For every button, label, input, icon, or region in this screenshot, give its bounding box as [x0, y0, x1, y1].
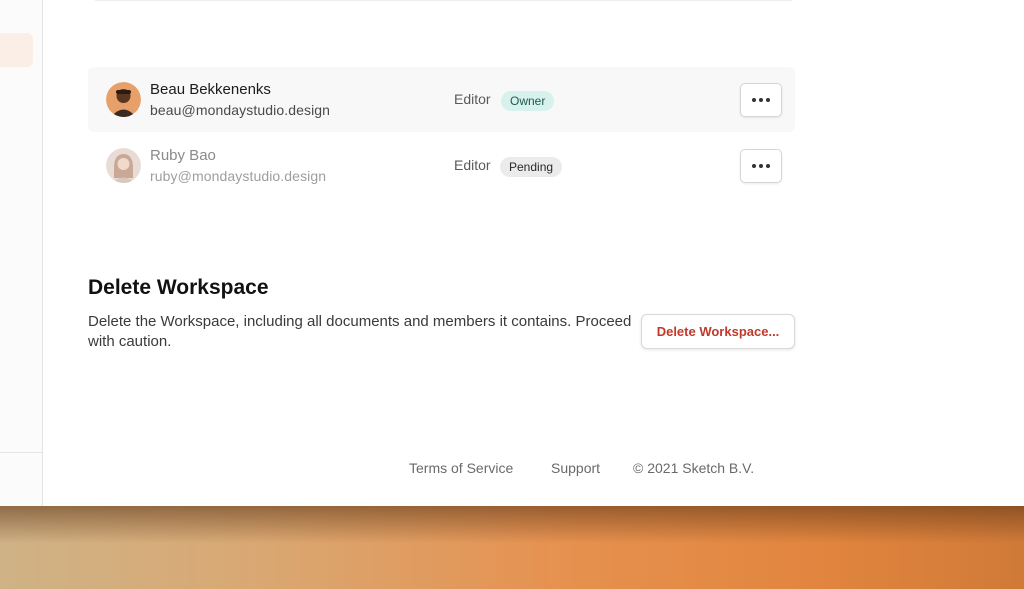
footer-copyright: © 2021 Sketch B.V.: [633, 460, 755, 476]
member-email: beau@mondaystudio.design: [150, 102, 331, 118]
desktop-wallpaper: [0, 506, 1024, 589]
user-photo-icon: [106, 148, 141, 183]
section-title: Delete Workspace: [88, 276, 269, 299]
member-email: ruby@mondaystudio.design: [150, 168, 327, 184]
section-description: Delete the Workspace, including all docu…: [88, 313, 632, 350]
more-horizontal-icon: [752, 98, 770, 102]
user-photo-icon: [106, 82, 141, 117]
sidebar: [0, 0, 43, 506]
member-role: Editor: [454, 157, 491, 173]
sidebar-divider: [0, 452, 42, 453]
footer-link-support[interactable]: Support: [551, 460, 600, 476]
member-name: Ruby Bao: [150, 147, 216, 164]
avatar: [106, 148, 141, 183]
status-badge: Owner: [501, 91, 555, 111]
member-row[interactable]: Beau Bekkenenks beau@mondaystudio.design…: [88, 67, 795, 132]
more-options-button[interactable]: [740, 149, 782, 183]
more-horizontal-icon: [752, 164, 770, 168]
footer-link-terms[interactable]: Terms of Service: [409, 460, 513, 476]
app-window: Beau Bekkenenks beau@mondaystudio.design…: [0, 0, 1024, 506]
member-row[interactable]: Ruby Bao ruby@mondaystudio.design Editor…: [88, 133, 795, 198]
section-divider: [95, 0, 792, 1]
sidebar-item-active[interactable]: [0, 33, 33, 67]
status-badge: Pending: [500, 157, 563, 177]
more-options-button[interactable]: [740, 83, 782, 117]
delete-workspace-button[interactable]: Delete Workspace...: [641, 314, 795, 349]
member-name: Beau Bekkenenks: [150, 81, 271, 98]
member-role: Editor: [454, 91, 491, 107]
avatar: [106, 82, 141, 117]
